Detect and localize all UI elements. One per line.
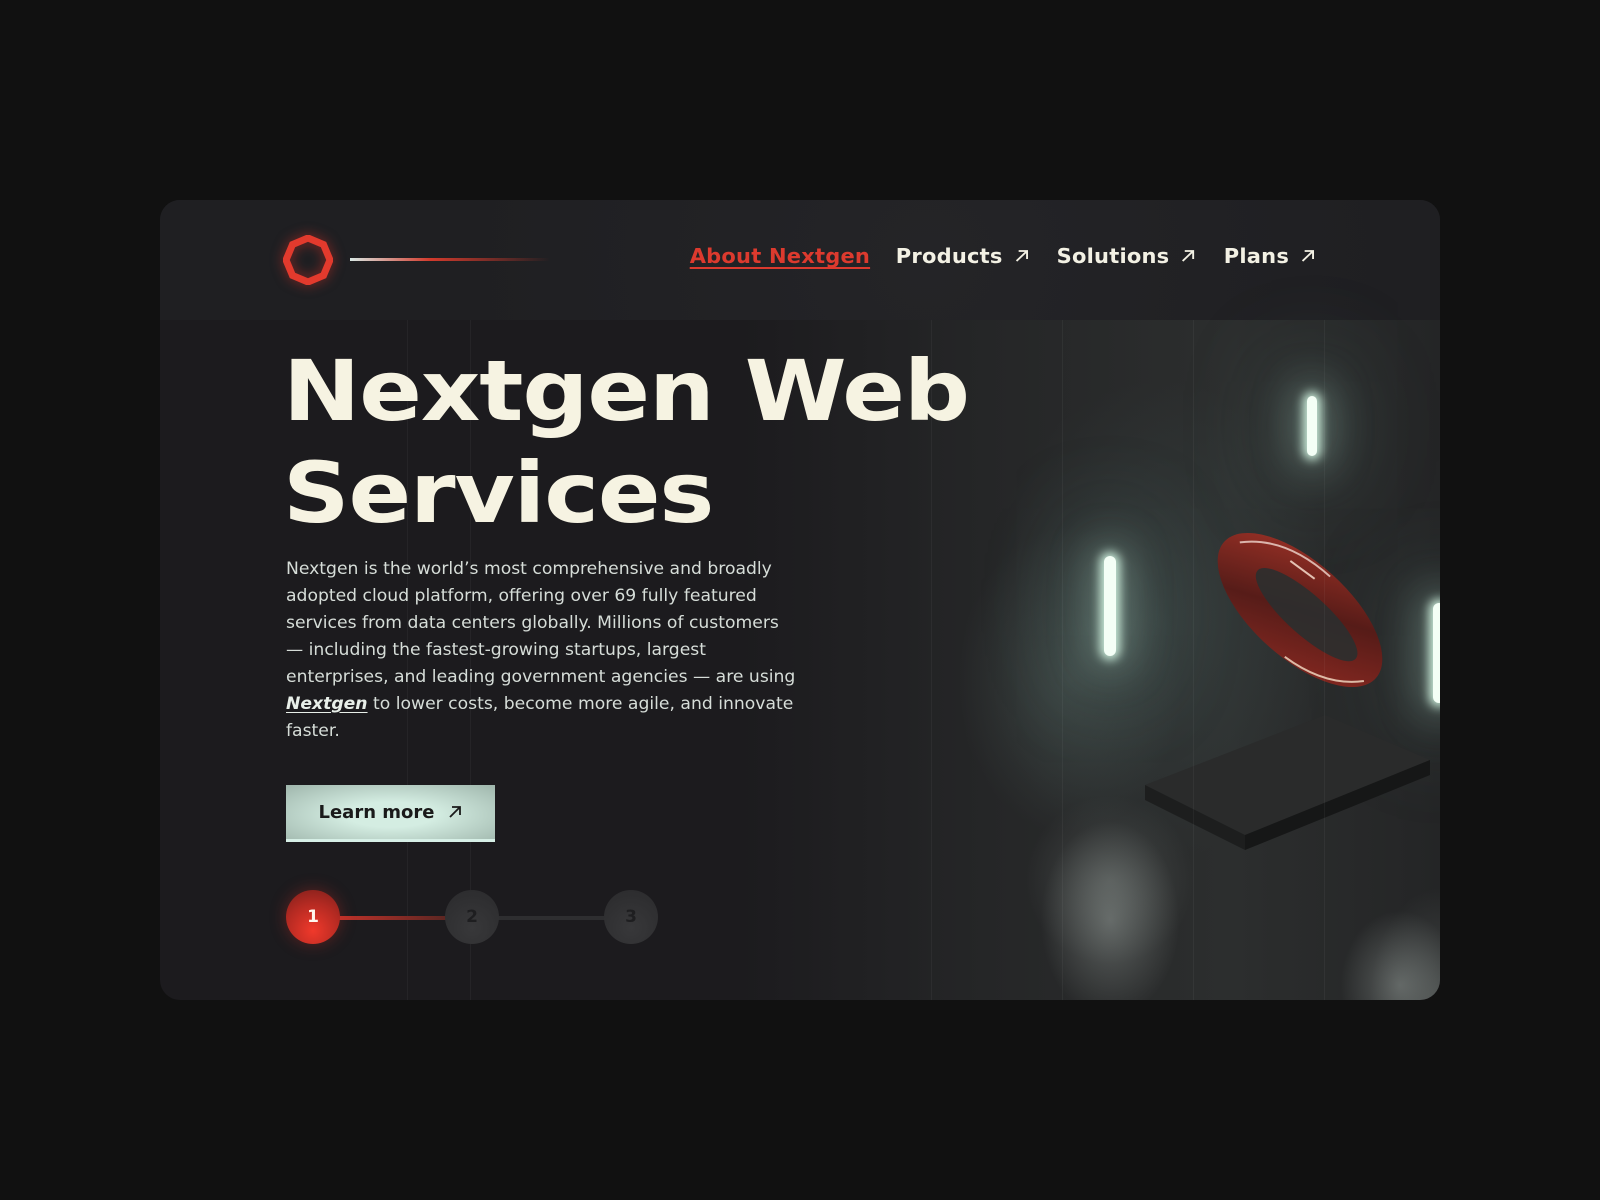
brand-link[interactable]: Nextgen	[286, 694, 368, 714]
logo-accent-line	[350, 258, 550, 261]
nav-item-label: Products	[895, 244, 1003, 268]
nav-item-plans[interactable]: Plans	[1224, 244, 1317, 268]
site-header: About Nextgen Products Solutions Plans	[160, 200, 1440, 320]
light-bar	[1104, 556, 1116, 656]
learn-more-button[interactable]: Learn more	[286, 785, 495, 842]
step-connector	[336, 916, 448, 920]
step-3[interactable]: 3	[604, 890, 658, 944]
step-number: 1	[307, 907, 319, 927]
hero-card: About Nextgen Products Solutions Plans N…	[160, 200, 1440, 1000]
hero-description: Nextgen is the world’s most comprehensiv…	[286, 556, 796, 745]
title-line-1: Nextgen Web	[283, 342, 970, 440]
description-text: Nextgen is the world’s most comprehensiv…	[286, 559, 796, 687]
arrow-up-right-icon	[1301, 250, 1314, 262]
light-bar	[1307, 396, 1317, 456]
nav-item-label: Solutions	[1056, 244, 1169, 268]
learn-more-label: Learn more	[318, 801, 435, 823]
nav-item-about[interactable]: About Nextgen	[690, 244, 870, 268]
nav-item-label: About Nextgen	[689, 244, 871, 268]
nav-item-products[interactable]: Products	[896, 244, 1030, 268]
grid-line	[1193, 320, 1194, 1000]
nav-item-solutions[interactable]: Solutions	[1056, 244, 1196, 268]
step-number: 2	[466, 907, 478, 927]
nav-item-label: Plans	[1223, 244, 1289, 268]
light-bar	[1433, 603, 1440, 703]
glass-torus	[1217, 532, 1383, 688]
step-number: 3	[625, 907, 637, 927]
slide-stepper: 1 2 3	[286, 890, 658, 944]
main-nav: About Nextgen Products Solutions Plans	[690, 244, 1317, 268]
pedestal	[1145, 715, 1430, 850]
step-connector	[496, 916, 608, 920]
arrow-up-right-icon	[1015, 250, 1028, 262]
floor-glow	[1340, 910, 1440, 1000]
page-title: Nextgen Web Services	[283, 340, 1075, 544]
step-2[interactable]: 2	[445, 890, 499, 944]
step-1[interactable]: 1	[286, 890, 340, 944]
octagon-ring-icon[interactable]	[283, 235, 333, 285]
arrow-up-right-icon	[448, 806, 461, 818]
grid-line	[1324, 320, 1325, 1000]
arrow-up-right-icon	[1181, 250, 1194, 262]
title-line-2: Services	[283, 444, 714, 542]
